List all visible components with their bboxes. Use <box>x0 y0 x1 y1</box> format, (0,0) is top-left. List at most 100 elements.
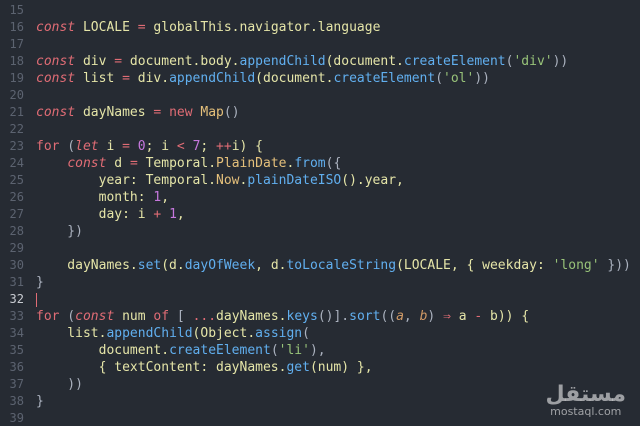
code-line[interactable]: 39 <box>0 410 640 426</box>
code-line[interactable]: 24 const d = Temporal.PlainDate.from({ <box>0 155 640 172</box>
line-code: document.createElement('li'), <box>36 342 326 359</box>
code-token: ... <box>192 309 217 324</box>
code-token: a <box>396 309 404 324</box>
code-token: day: i <box>36 207 154 222</box>
code-token: assign <box>255 326 303 341</box>
code-token: sort <box>349 309 381 324</box>
code-line[interactable]: 26 month: 1, <box>0 189 640 206</box>
code-line[interactable]: 38} <box>0 393 640 410</box>
code-line[interactable]: 29 <box>0 240 640 257</box>
code-token: ), <box>309 343 326 358</box>
code-token: i <box>98 139 123 154</box>
code-line[interactable]: 32 <box>0 291 640 308</box>
code-token: 0 <box>137 139 146 154</box>
code-line[interactable]: 34 list.appendChild(Object.assign( <box>0 325 640 342</box>
code-line[interactable]: 19 const list = div.appendChild(document.… <box>0 70 640 87</box>
code-line[interactable]: 30 dayNames.set(d.dayOfWeek, d.toLocaleS… <box>0 257 640 274</box>
line-code: for (let i = 0; i < 7; ++i) { <box>36 138 263 155</box>
code-token: a <box>450 309 475 324</box>
code-token: ) <box>427 309 444 324</box>
line-code: for (const num of [ ...dayNames.keys()].… <box>36 308 529 325</box>
code-token: appendChild <box>239 54 326 69</box>
code-token: } <box>36 394 44 409</box>
code-token: plainDateISO <box>247 173 342 188</box>
code-token: appendChild <box>106 326 193 341</box>
code-line[interactable]: 21 const dayNames = new Map() <box>0 104 640 121</box>
line-code: const LOCALE = globalThis.navigator.lang… <box>36 19 380 36</box>
code-token: (document. <box>255 71 334 86</box>
line-code: }) <box>36 223 83 240</box>
code-token: month: <box>36 190 154 205</box>
code-token: createElement <box>403 54 506 69</box>
code-token: const <box>36 54 76 69</box>
code-line[interactable]: 17 <box>0 36 640 53</box>
code-token: const <box>75 309 115 324</box>
code-token: = <box>137 20 146 35</box>
line-number: 27 <box>9 207 24 221</box>
code-line[interactable]: 33 for (const num of [ ...dayNames.keys()… <box>0 308 640 325</box>
code-token: LOCALE <box>75 20 138 35</box>
line-number: 32 <box>9 292 24 306</box>
line-number: 22 <box>9 122 24 136</box>
code-token: div <box>75 54 115 69</box>
line-code: } <box>36 274 44 291</box>
code-token: () <box>223 105 240 120</box>
code-token: document.body. <box>122 54 240 69</box>
code-token: Temporal. <box>137 156 217 171</box>
line-number: 17 <box>9 37 24 51</box>
code-token: ()]. <box>317 309 350 324</box>
code-token: [ <box>169 309 193 324</box>
code-token: of <box>153 309 170 324</box>
code-token: ( <box>302 326 310 341</box>
code-line[interactable]: 36 { textContent: dayNames.get(num) }, <box>0 359 640 376</box>
code-token: 'div' <box>513 54 553 69</box>
line-code: const list = div.appendChild(document.cr… <box>36 70 490 87</box>
code-token: = <box>129 156 138 171</box>
code-line[interactable]: 18 const div = document.body.appendChild(… <box>0 53 640 70</box>
code-token: document. <box>36 343 170 358</box>
code-token: num <box>114 309 154 324</box>
code-token: , <box>161 190 170 205</box>
line-code: { textContent: dayNames.get(num) }, <box>36 359 373 376</box>
code-token: ; i <box>145 139 177 154</box>
code-token: dayNames. <box>216 309 287 324</box>
line-number: 39 <box>9 411 24 425</box>
code-line[interactable]: 16 const LOCALE = globalThis.navigator.la… <box>0 19 640 36</box>
code-token: const <box>36 105 76 120</box>
code-line[interactable]: 15 <box>0 2 640 19</box>
line-number: 19 <box>9 71 24 85</box>
code-token: ( <box>270 343 279 358</box>
code-token: PlainDate <box>216 156 287 171</box>
code-token: ( <box>59 309 76 324</box>
code-token: })) <box>599 258 631 273</box>
code-token: const <box>67 156 107 171</box>
code-line[interactable]: 22 <box>0 121 640 138</box>
code-token: , <box>176 207 185 222</box>
line-code: const dayNames = new Map() <box>36 104 240 121</box>
code-line[interactable]: 35 document.createElement('li'), <box>0 342 640 359</box>
code-token: )) <box>474 71 490 86</box>
code-line[interactable]: 27 day: i + 1, <box>0 206 640 223</box>
line-code: year: Temporal.Now.plainDateISO().year, <box>36 172 404 189</box>
text-cursor <box>36 293 37 307</box>
code-token: for <box>36 139 60 154</box>
code-token: dayNames <box>75 105 154 120</box>
code-token: appendChild <box>169 71 256 86</box>
line-number: 38 <box>9 394 24 408</box>
code-token: { textContent: dayNames. <box>36 360 287 375</box>
code-token: (document. <box>325 54 404 69</box>
code-line[interactable]: 20 <box>0 87 640 104</box>
code-line[interactable]: 37 )) <box>0 376 640 393</box>
code-editor[interactable]: 39 38} 37 )) 36 { textContent: dayNames.get… <box>0 0 640 426</box>
code-line[interactable]: 28 }) <box>0 223 640 240</box>
code-line[interactable]: 31} <box>0 274 640 291</box>
line-number: 29 <box>9 241 24 255</box>
line-number: 35 <box>9 343 24 357</box>
code-token: list. <box>36 326 107 341</box>
code-line[interactable]: 25 year: Temporal.Now.plainDateISO().yea… <box>0 172 640 189</box>
code-token: < <box>176 139 185 154</box>
code-token: year: Temporal. <box>36 173 217 188</box>
code-line[interactable]: 23 for (let i = 0; i < 7; ++i) { <box>0 138 640 155</box>
